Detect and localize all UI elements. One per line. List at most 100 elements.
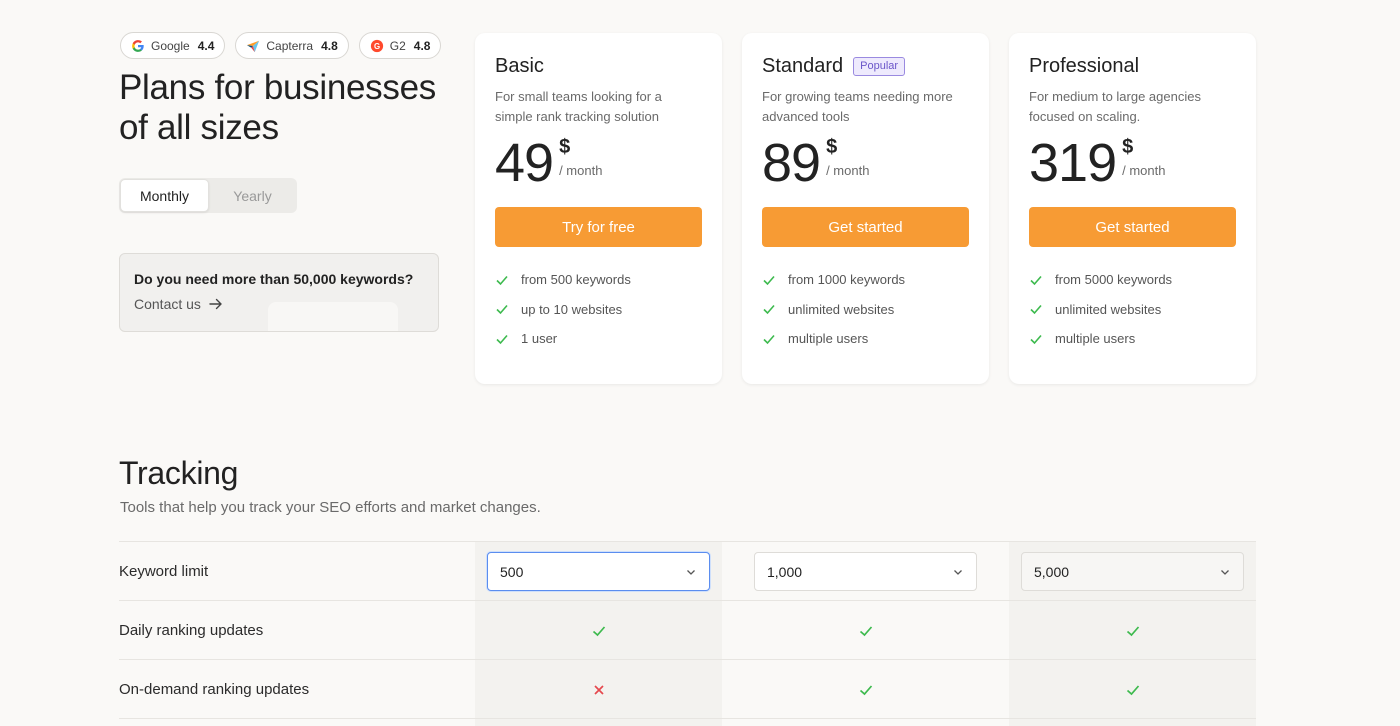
chevron-down-icon xyxy=(954,569,962,575)
select-value: 1,000 xyxy=(767,563,803,580)
plan-description: For medium to large agencies focused on … xyxy=(1029,89,1201,124)
comparison-cell xyxy=(1009,601,1256,660)
check-icon xyxy=(1126,684,1139,695)
feature-label: from 1000 keywords xyxy=(788,272,906,288)
plan-card-standard: Standard Popular For growing teams needi… xyxy=(742,33,989,384)
check-icon xyxy=(592,625,605,636)
price-currency: $ xyxy=(1122,136,1134,158)
check-icon xyxy=(1126,625,1139,636)
keyword-limit-select[interactable]: 1,000 xyxy=(754,552,977,591)
plan-price: 319 $ / month xyxy=(1029,136,1236,198)
plan-name: Standard Popular xyxy=(762,55,969,77)
rating-capterra[interactable]: Capterra 4.8 xyxy=(235,32,349,59)
price-currency: $ xyxy=(559,136,571,158)
comparison-cell xyxy=(475,601,722,660)
check-icon xyxy=(496,305,508,315)
plan-name-label: Basic xyxy=(495,54,544,77)
comparison-cell xyxy=(742,601,989,660)
rating-name: Capterra xyxy=(266,38,314,53)
check-icon xyxy=(763,275,775,285)
section-title: Tracking xyxy=(119,455,239,491)
chevron-down-icon xyxy=(687,569,695,575)
feature-item: up to 10 websites xyxy=(495,295,702,325)
feature-list: from 500 keywords up to 10 websites 1 us… xyxy=(495,265,702,354)
price-amount: 89 xyxy=(762,133,821,193)
feature-item: unlimited websites xyxy=(762,295,969,325)
check-icon xyxy=(763,305,775,315)
price-period: / month xyxy=(826,163,870,178)
feature-item: from 500 keywords xyxy=(495,265,702,295)
feature-item: unlimited websites xyxy=(1029,295,1236,325)
feature-label: from 500 keywords xyxy=(521,272,631,288)
check-icon xyxy=(763,334,775,344)
try-for-free-button[interactable]: Try for free xyxy=(495,207,702,247)
feature-label: up to 10 websites xyxy=(521,301,623,317)
arrow-right-icon xyxy=(209,298,222,310)
feature-item: 1 user xyxy=(495,324,702,354)
rating-g2[interactable]: G G2 4.8 xyxy=(358,32,442,59)
contact-us-link[interactable]: Contact us xyxy=(134,296,424,312)
keyword-limit-select[interactable]: 500 xyxy=(487,552,710,591)
price-currency: $ xyxy=(826,136,838,158)
comparison-cell xyxy=(475,660,722,719)
plan-name-label: Professional xyxy=(1029,54,1140,77)
check-icon xyxy=(496,334,508,344)
price-period: / month xyxy=(559,163,603,178)
page-title: Plans for businesses of all sizes xyxy=(119,68,436,147)
comparison-row: Daily ranking updates xyxy=(119,600,1256,659)
row-label: Daily ranking updates xyxy=(119,622,264,639)
feature-item: multiple users xyxy=(762,324,969,354)
check-icon xyxy=(859,625,872,636)
row-label: Keyword limit xyxy=(119,563,209,580)
cross-icon xyxy=(593,684,604,695)
feature-item: multiple users xyxy=(1029,324,1236,354)
rating-name: G2 xyxy=(389,38,406,53)
comparison-cell: 500 xyxy=(475,542,722,601)
check-icon xyxy=(1030,334,1042,344)
plan-price: 49 $ / month xyxy=(495,136,702,198)
check-icon xyxy=(1030,305,1042,315)
check-icon xyxy=(1030,275,1042,285)
comparison-row: Keyword limit 500 1,000 5,000 xyxy=(119,541,1256,600)
plan-name: Professional xyxy=(1029,55,1236,77)
feature-label: from 5000 keywords xyxy=(1055,272,1173,288)
comparison-cell xyxy=(1009,660,1256,719)
get-started-button[interactable]: Get started xyxy=(1029,207,1236,247)
rating-score: 4.4 xyxy=(197,38,215,53)
chevron-down-icon xyxy=(1221,569,1229,575)
price-amount: 49 xyxy=(495,133,554,193)
billing-yearly-option[interactable]: Yearly xyxy=(209,179,296,212)
enterprise-callout: Do you need more than 50,000 keywords? C… xyxy=(119,253,439,332)
billing-toggle: Monthly Yearly xyxy=(119,178,297,213)
google-icon xyxy=(132,39,144,52)
rating-google[interactable]: Google 4.4 xyxy=(120,32,226,59)
feature-label: unlimited websites xyxy=(788,301,895,317)
plan-card-basic: Basic For small teams looking for a simp… xyxy=(475,33,722,384)
comparison-cell: 5,000 xyxy=(1009,542,1256,601)
feature-item: from 1000 keywords xyxy=(762,265,969,295)
rating-score: 4.8 xyxy=(321,38,338,53)
enterprise-callout-title: Do you need more than 50,000 keywords? xyxy=(134,271,414,287)
plan-name: Basic xyxy=(495,55,702,77)
popular-badge: Popular xyxy=(853,56,906,76)
rating-name: Google xyxy=(151,38,190,53)
svg-text:G: G xyxy=(374,41,380,50)
select-value: 5,000 xyxy=(1034,563,1070,580)
price-period: / month xyxy=(1122,163,1166,178)
feature-list: from 1000 keywords unlimited websites mu… xyxy=(762,265,969,354)
feature-list: from 5000 keywords unlimited websites mu… xyxy=(1029,265,1236,354)
plan-description: For growing teams needing more advanced … xyxy=(762,89,953,124)
select-value: 500 xyxy=(500,563,524,580)
get-started-button[interactable]: Get started xyxy=(762,207,969,247)
feature-label: multiple users xyxy=(788,331,869,347)
section-subtitle: Tools that help you track your SEO effor… xyxy=(120,499,541,516)
keyword-limit-select[interactable]: 5,000 xyxy=(1021,552,1244,591)
comparison-cell: 1,000 xyxy=(742,542,989,601)
feature-label: 1 user xyxy=(521,331,558,347)
billing-monthly-option[interactable]: Monthly xyxy=(120,179,209,212)
check-icon xyxy=(496,275,508,285)
pricing-page: Google 4.4 Capterra 4.8 G G2 4.8 Plans f… xyxy=(0,0,1400,726)
comparison-cell xyxy=(742,660,989,719)
plan-price: 89 $ / month xyxy=(762,136,969,198)
g2-icon: G xyxy=(370,39,383,52)
